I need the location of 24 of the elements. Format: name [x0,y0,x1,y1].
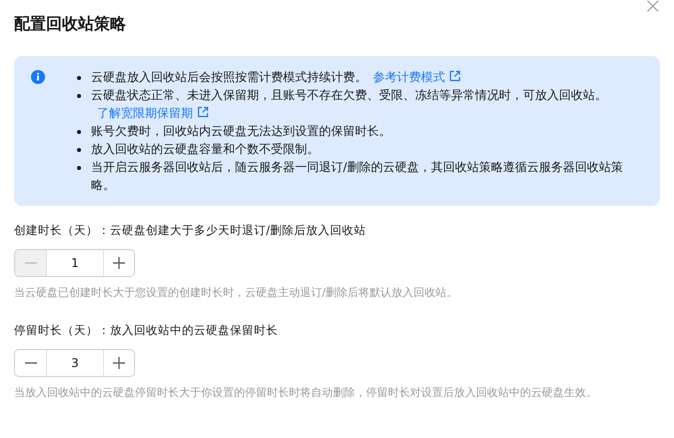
number-stepper[interactable]: 3 [14,349,135,377]
bullet-icon [77,76,81,80]
external-link-icon [197,106,209,118]
bullet-icon [77,148,81,152]
field-hint: 当放入回收站中的云硬盘停留时长大于你设置的停留时长时将自动删除，停留时长对设置后放入回收站中的云硬盘生效。 [14,385,598,401]
plus-icon [113,257,125,270]
bullet-icon [77,94,81,98]
note-text: 账号欠费时，回收站内云硬盘无法达到设置的保留时长。 [91,123,391,140]
number-stepper[interactable]: 1 [14,249,135,278]
plus-icon [113,357,125,369]
field-hint: 当云硬盘已创建时长大于您设置的创建时长时，云硬盘主动退订/删除后将默认放入回收站。 [14,285,459,302]
bullet-icon [77,130,81,134]
number-input[interactable]: 1 [47,254,103,272]
dialog-title: 配置回收站策略 [14,13,127,35]
bullet-icon [77,166,81,170]
note-text: 放入回收站的云硬盘容量和个数不受限制。 [91,141,319,158]
field-label: 创建时长（天）：云硬盘创建大于多少天时退订/删除后放入回收站 [14,222,367,239]
external-link-icon [449,70,461,82]
info-icon [31,70,45,84]
field-label: 停留时长（天）：放入回收站中的云硬盘保留时长 [14,322,279,339]
note-text: 云硬盘放入回收站后会按照按需计费模式持续计费。 参考计费模式 [91,68,461,86]
number-input[interactable]: 3 [47,354,103,372]
note-text: 当开启云服务器回收站后，随云服务器一同退订/删除的云硬盘，其回收站策略遵循云服务器回收站策略。 [91,159,624,194]
note-text: 云硬盘状态正常、未进入保留期，且账号不存在欠费、受限、冻结等异常情况时，可放入回收站。 了解宽限期保留期 [91,87,608,122]
